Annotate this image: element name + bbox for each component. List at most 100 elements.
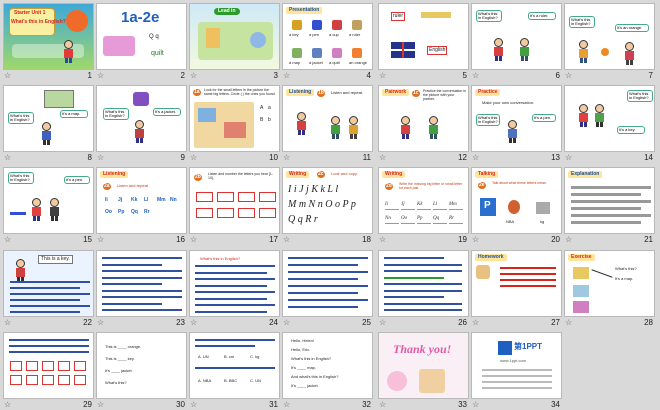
text-line (288, 285, 368, 287)
slide-preview[interactable] (96, 250, 187, 317)
slide-preview[interactable] (3, 332, 94, 399)
slide-preview[interactable]: What's this in English? It's a jacket. (96, 85, 187, 152)
slide-thumbnail-15[interactable]: What's this in English? It's a pen. ☆ 15 (3, 167, 94, 246)
slide-preview[interactable]: A. UN B. cm C. kg A. NBA B. BBC C. UN (189, 332, 280, 399)
text-line (102, 296, 182, 298)
slide-preview[interactable]: What's this in English? It's a pen. (3, 167, 94, 234)
slide-preview[interactable]: ruler English (378, 3, 469, 70)
slide-thumbnail-22[interactable]: This is a key. ☆ 22 (3, 250, 94, 329)
slide-thumbnail-21[interactable]: Explanation ☆ 21 (564, 167, 655, 246)
animation-star-icon: ☆ (472, 400, 480, 409)
slide-preview[interactable]: What's this in English? It's an orange. (564, 3, 655, 70)
slide-thumbnail-4[interactable]: Presentation a key a pen a cup a ruler a map a… (282, 3, 373, 82)
slide-thumbnail-29[interactable]: ☆ 29 (3, 332, 94, 410)
slide-thumbnail-10[interactable]: 1a Look for the small letters in the pict… (189, 85, 280, 164)
text-line (384, 263, 462, 266)
slide-preview[interactable]: This is a key. (3, 250, 94, 317)
sign-label: kg (540, 219, 545, 224)
slide-number: 16 (176, 235, 185, 244)
slide-thumbnail-11[interactable]: Listening 1b Listen and repeat. ☆ 11 (282, 85, 373, 164)
slide-thumbnail-17[interactable]: 2b Listen and number the letters you hear… (189, 167, 280, 246)
kid-leg (140, 138, 143, 143)
slide-preview[interactable]: Writing 2d Write the missing big letter or… (378, 167, 469, 234)
speech-bubble: What's this in English? (627, 90, 653, 102)
jacket-image (133, 92, 149, 106)
slide-thumbnail-20[interactable]: Talking 2e Talk about what these letters m… (471, 167, 562, 246)
choice-text: A. UN (198, 354, 209, 359)
slide-preview[interactable]: Talking 2e Talk about what these letters m… (471, 167, 562, 234)
text-line (384, 283, 462, 285)
balloon (66, 10, 88, 32)
slide-thumbnail-28[interactable]: Exercise What's this? It's a map. ☆ 28 (564, 250, 655, 329)
slide-preview[interactable]: Practice Make your own conversation. What'… (471, 85, 562, 152)
slide-number: 10 (269, 153, 278, 162)
text-line (384, 296, 444, 298)
slide-thumbnail-16[interactable]: Listening 2a Listen and repeat Ii Jj Kk Ll Mm Nn… (96, 167, 187, 246)
activity-number: 2b (194, 174, 202, 181)
slide-preview[interactable]: Explanation (564, 167, 655, 234)
slide-preview[interactable]: 1a Look for the small letters in the pict… (189, 85, 280, 152)
slide-preview[interactable]: What's this in English? It's a map. (3, 85, 94, 152)
slide-preview[interactable]: Thank you! (378, 332, 469, 399)
slide-thumbnail-24[interactable]: What's this in English? ☆ 24 (189, 250, 280, 329)
slide-thumbnail-32[interactable]: Hello, Helen! Hello, Eric. What's this in … (282, 332, 373, 410)
slide-preview[interactable]: Pairwork 1c Practice the conversation in t… (378, 85, 469, 152)
slide-thumbnail-19[interactable]: Writing 2d Write the missing big letter or… (378, 167, 469, 246)
slide-number: 14 (644, 153, 653, 162)
animation-star-icon: ☆ (4, 153, 12, 162)
instructions: Listen and number the letters you hear [… (208, 172, 273, 180)
slide-thumbnail-13[interactable]: Practice Make your own conversation. What'… (471, 85, 562, 164)
slide-preview[interactable]: Writing 2c Look and copy. I i J j K k L l M … (282, 167, 373, 234)
slide-preview[interactable]: This is ____ orange. This is ____ key. It'… (96, 332, 187, 399)
slide-thumbnail-33[interactable]: Thank you! ☆ 33 (378, 332, 469, 410)
slide-subtitle: What's this in English? (11, 19, 66, 25)
speech-bubble: What's this in English? (569, 16, 595, 28)
text-line (384, 276, 444, 279)
slide-thumbnail-25[interactable]: ☆ 25 (282, 250, 373, 329)
slide-preview[interactable] (378, 250, 469, 317)
letter-row: B (260, 117, 264, 123)
slide-thumbnail-14[interactable]: What's this in English? It's a key. ☆ 14 (564, 85, 655, 164)
slide-preview[interactable]: 1a-2e Q q quilt (96, 3, 187, 70)
slide-preview[interactable]: Listening 1b Listen and repeat. (282, 85, 373, 152)
slide-preview[interactable]: 2b Listen and number the letters you hear… (189, 167, 280, 234)
slide-thumbnail-23[interactable]: ☆ 23 (96, 250, 187, 329)
animation-star-icon: ☆ (379, 153, 387, 162)
slide-thumbnail-34[interactable]: 第1PPT www.1ppt.com ☆ 34 (471, 332, 562, 410)
animation-star-icon: ☆ (97, 153, 105, 162)
kid-head (331, 116, 340, 125)
slide-preview[interactable]: Hello, Helen! Hello, Eric. What's this in … (282, 332, 373, 399)
slide-preview[interactable]: Starter Unit 1 What's this in English? (3, 3, 94, 70)
slide-preview[interactable] (282, 250, 373, 317)
slide-preview[interactable]: Listening 2a Listen and repeat Ii Jj Kk Ll Mm Nn… (96, 167, 187, 234)
slide-thumbnail-27[interactable]: Homework ☆ 27 (471, 250, 562, 329)
slide-preview[interactable]: Homework (471, 250, 562, 317)
slide-thumbnail-3[interactable]: Lead in ☆ 3 (189, 3, 280, 82)
slide-preview[interactable]: What's this in English? It's a key. (564, 85, 655, 152)
slide-thumbnail-1[interactable]: Starter Unit 1 What's this in English? ☆ 1 (3, 3, 94, 82)
slide-thumbnail-12[interactable]: Pairwork 1c Practice the conversation in t… (378, 85, 469, 164)
text-line (195, 284, 267, 287)
slide-thumbnail-5[interactable]: ruler English ☆ 5 (378, 3, 469, 82)
text-line (288, 306, 358, 308)
slide-thumbnail-9[interactable]: What's this in English? It's a jacket. ☆ 9 (96, 85, 187, 164)
slide-thumbnail-18[interactable]: Writing 2c Look and copy. I i J j K k L l M … (282, 167, 373, 246)
kid-leg (584, 122, 587, 127)
slide-thumbnail-8[interactable]: What's this in English? It's a map. ☆ 8 (3, 85, 94, 164)
slide-preview[interactable]: What's this in English? It's a ruler. (471, 3, 562, 70)
slide-thumbnail-30[interactable]: This is ____ orange. This is ____ key. It'… (96, 332, 187, 410)
slide-thumbnail-7[interactable]: What's this in English? It's an orange. ☆ 7 (564, 3, 655, 82)
slide-thumbnail-31[interactable]: A. UN B. cm C. kg A. NBA B. BBC C. UN ☆ 31 (189, 332, 280, 410)
slide-preview[interactable]: Presentation a key a pen a cup a ruler a map a… (282, 3, 373, 70)
slide-thumbnail-26[interactable]: ☆ 26 (378, 250, 469, 329)
slide-preview[interactable]: What's this in English? (189, 250, 280, 317)
slide-thumbnail-6[interactable]: What's this in English? It's a ruler. ☆ 6 (471, 3, 562, 82)
object-image (312, 48, 322, 58)
slide-preview[interactable]: Lead in (189, 3, 280, 70)
slide-preview[interactable]: 第1PPT www.1ppt.com (471, 332, 562, 399)
kid-head (494, 38, 503, 47)
slide-thumbnail-2[interactable]: 1a-2e Q q quilt ☆ 2 (96, 3, 187, 82)
text-line (482, 387, 552, 389)
slide-preview[interactable]: Exercise What's this? It's a map. (564, 250, 655, 317)
kid-leg (65, 58, 68, 63)
